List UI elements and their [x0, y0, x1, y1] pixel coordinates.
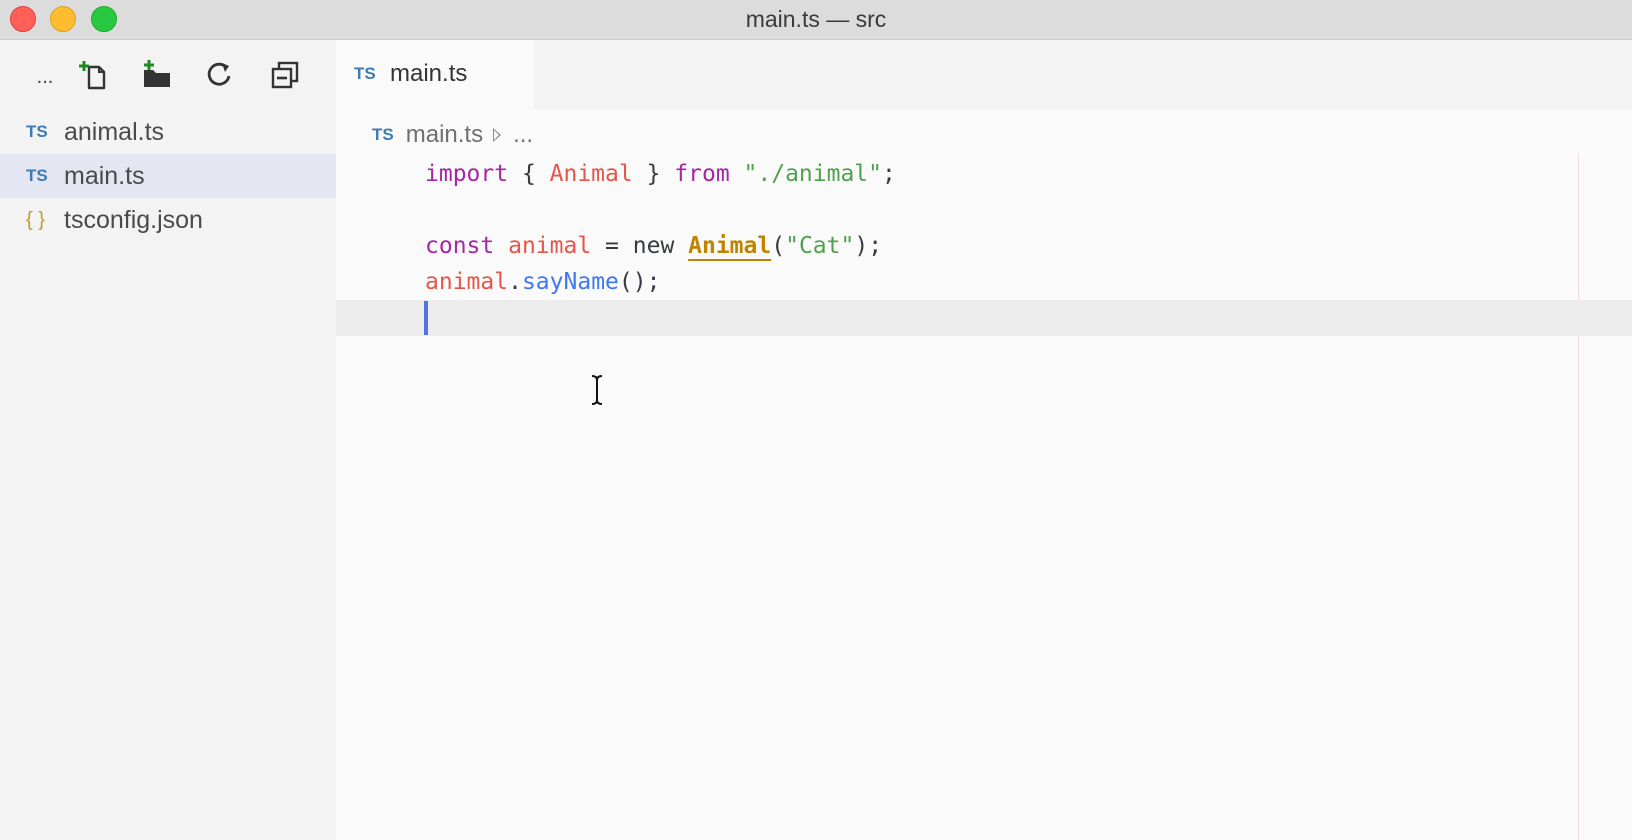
code-token: );: [854, 233, 883, 259]
window-title: main.ts — src: [745, 6, 887, 32]
tab-label: main.ts: [390, 60, 468, 87]
typescript-file-icon: TS: [372, 125, 394, 144]
collapse-all-icon: [271, 61, 299, 89]
code-token: {: [508, 161, 550, 187]
code-line-1[interactable]: import { Animal } from "./animal";: [336, 156, 1632, 192]
new-folder-button[interactable]: [140, 58, 174, 92]
editor-area: TS main.ts TS main.ts ... import { Anima…: [336, 40, 1632, 840]
breadcrumb-file[interactable]: main.ts: [406, 118, 483, 152]
code-line-3[interactable]: const animal = new Animal("Cat");: [336, 228, 1632, 264]
refresh-button[interactable]: [202, 58, 236, 92]
code-token: .: [508, 269, 522, 295]
file-name: tsconfig.json: [64, 206, 203, 234]
chevron-right-icon: [493, 128, 502, 142]
typescript-file-icon: TS: [26, 166, 48, 185]
json-file-icon: { }: [26, 209, 45, 231]
file-tree: TS animal.ts TS main.ts { } tsconfig.jso…: [0, 110, 336, 242]
tab-strip: TS main.ts: [336, 40, 1632, 110]
code-editor[interactable]: import { Animal } from "./animal"; const…: [336, 156, 1632, 405]
code-line-4[interactable]: animal.sayName();: [336, 264, 1632, 300]
new-folder-icon: [144, 60, 170, 87]
tab-main-ts[interactable]: TS main.ts: [336, 40, 534, 110]
file-item-animal-ts[interactable]: TS animal.ts: [0, 110, 336, 154]
title-bar: main.ts — src: [0, 0, 1632, 40]
new-file-button[interactable]: [76, 58, 110, 92]
code-token: animal: [425, 269, 509, 295]
refresh-icon: [207, 62, 231, 86]
code-token: import: [425, 161, 509, 187]
breadcrumb-symbols[interactable]: ...: [513, 118, 533, 152]
collapse-all-button[interactable]: [268, 58, 302, 92]
code-token: }: [632, 161, 675, 187]
file-item-main-ts[interactable]: TS main.ts: [0, 154, 336, 198]
file-item-tsconfig-json[interactable]: { } tsconfig.json: [0, 198, 336, 242]
text-cursor: [424, 301, 428, 335]
code-token: = new: [591, 233, 689, 259]
code-token: Animal: [549, 161, 633, 187]
code-token: const: [425, 233, 495, 259]
code-line-5-current[interactable]: [336, 300, 1632, 336]
explorer-toolbar: ...: [0, 40, 336, 110]
code-token: "./animal": [743, 161, 883, 187]
code-token: "Cat": [785, 233, 855, 259]
typescript-file-icon: TS: [354, 64, 376, 83]
code-token: ;: [882, 161, 896, 187]
file-name: animal.ts: [64, 118, 165, 146]
code-token: ();: [618, 269, 661, 295]
code-token: animal: [508, 233, 592, 259]
new-file-icon: [79, 61, 106, 90]
explorer-sidebar: ... TS animal.ts TS main.ts {} tsconfig…: [0, 40, 336, 840]
file-name: main.ts: [64, 162, 145, 190]
editor-window: main.ts — src ... TS animal.ts TS main.t…: [0, 0, 1632, 840]
code-token: (: [771, 233, 786, 259]
breadcrumb: TS main.ts ...: [372, 118, 533, 152]
code-token: sayName: [521, 269, 619, 295]
ibeam-cursor-icon: [591, 375, 603, 405]
code-token: from: [674, 161, 730, 187]
code-token-highlighted[interactable]: Animal: [688, 233, 771, 259]
more-actions-button[interactable]: ...: [28, 60, 62, 94]
typescript-file-icon: TS: [26, 122, 48, 141]
code-line-2[interactable]: [336, 192, 1632, 228]
